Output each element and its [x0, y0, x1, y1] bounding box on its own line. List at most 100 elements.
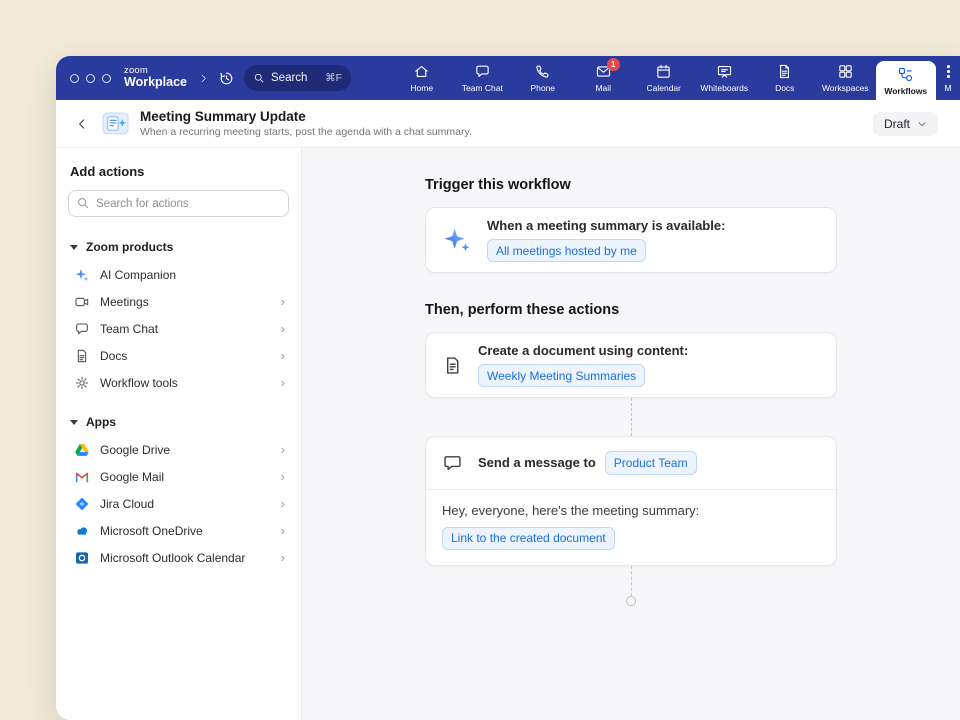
docs-icon — [74, 348, 90, 364]
chevron-right-icon: › — [281, 524, 285, 537]
workflow-thumbnail-icon — [102, 110, 129, 137]
nav-item-phone[interactable]: Phone — [513, 56, 574, 100]
action-card-create-document[interactable]: Create a document using content: Weekly … — [425, 332, 837, 398]
message-link-tag[interactable]: Link to the created document — [442, 527, 615, 550]
ai-companion-icon — [74, 267, 90, 283]
message-body-text: Hey, everyone, here's the meeting summar… — [442, 503, 820, 518]
sidebar-item-docs[interactable]: Docs › — [68, 342, 289, 369]
action-card-send-message[interactable]: Send a message to Product Team Hey, ever… — [425, 436, 837, 565]
nav-item-whiteboards[interactable]: Whiteboards — [694, 56, 755, 100]
section-zoom-products[interactable]: Zoom products — [68, 234, 289, 261]
sidebar-item-google-drive[interactable]: Google Drive › — [68, 436, 289, 463]
chevron-right-icon: › — [281, 443, 285, 456]
workflow-header: Meeting Summary Update When a recurring … — [56, 100, 960, 148]
trigger-text: When a meeting summary is available: — [487, 218, 725, 233]
nav-item-team-chat[interactable]: Team Chat — [452, 56, 513, 100]
status-dropdown[interactable]: Draft — [873, 112, 938, 136]
home-icon — [413, 63, 430, 80]
actions-sidebar: Add actions Zoom products AI Companion — [56, 148, 302, 720]
sidebar-item-label: Meetings — [100, 295, 149, 309]
gear-icon — [74, 375, 90, 391]
sidebar-item-label: Docs — [100, 349, 127, 363]
zoom-workplace-logo: zoom Workplace — [124, 66, 187, 90]
page-title: Meeting Summary Update — [140, 109, 472, 124]
trigger-heading: Trigger this workflow — [425, 177, 837, 193]
back-icon[interactable] — [74, 116, 90, 132]
outlook-calendar-icon — [74, 550, 90, 566]
nav-item-workflows[interactable]: Workflows — [876, 61, 937, 100]
sidebar-item-jira-cloud[interactable]: Jira Cloud › — [68, 490, 289, 517]
nav-item-mail[interactable]: 1 Mail — [573, 56, 634, 100]
chevron-right-icon: › — [281, 497, 285, 510]
sidebar-item-label: Microsoft OneDrive — [100, 524, 203, 538]
workflows-icon — [897, 66, 914, 83]
top-nav-bar: zoom Workplace Search ⌘F — [56, 56, 960, 100]
chevron-right-icon: › — [281, 295, 285, 308]
sidebar-item-team-chat[interactable]: Team Chat › — [68, 315, 289, 342]
window-control-dot[interactable] — [70, 74, 79, 83]
page-subtitle: When a recurring meeting starts, post th… — [140, 126, 472, 138]
nav-item-more[interactable]: M — [936, 56, 960, 100]
logo-line2: Workplace — [124, 76, 187, 90]
workflow-flow: Trigger this workflow When a meeting sum… — [425, 148, 837, 606]
nav-item-calendar[interactable]: Calendar — [634, 56, 695, 100]
nav-item-label: Mail — [595, 83, 611, 93]
sidebar-item-meetings[interactable]: Meetings › — [68, 288, 289, 315]
chevron-right-icon: › — [281, 470, 285, 483]
chevron-right-icon: › — [281, 349, 285, 362]
sidebar-item-google-mail[interactable]: Google Mail › — [68, 463, 289, 490]
nav-items: Home Team Chat Phone 1 Mail — [392, 56, 960, 100]
section-apps[interactable]: Apps — [68, 409, 289, 436]
sidebar-item-label: Microsoft Outlook Calendar — [100, 551, 245, 565]
collapse-triangle-icon — [70, 245, 78, 250]
meetings-icon — [74, 294, 90, 310]
nav-item-docs[interactable]: Docs — [755, 56, 816, 100]
window-controls — [70, 74, 111, 83]
whiteboards-icon — [716, 63, 733, 80]
onedrive-icon — [74, 523, 90, 539]
sidebar-item-label: Jira Cloud — [100, 497, 154, 511]
window-control-dot[interactable] — [86, 74, 95, 83]
sidebar-item-microsoft-outlook-calendar[interactable]: Microsoft Outlook Calendar › — [68, 544, 289, 571]
nav-item-label: Phone — [530, 83, 555, 93]
nav-item-label: Workflows — [884, 86, 927, 96]
sidebar-item-ai-companion[interactable]: AI Companion — [68, 261, 289, 288]
end-node-circle — [626, 596, 636, 606]
app-body: Add actions Zoom products AI Companion — [56, 148, 960, 720]
chevron-right-icon: › — [281, 551, 285, 564]
search-shortcut: ⌘F — [325, 72, 342, 84]
global-search[interactable]: Search ⌘F — [244, 65, 351, 91]
panel-expand-chevron-icon[interactable] — [198, 73, 209, 84]
nav-item-label: Home — [410, 83, 433, 93]
actions-search-input[interactable] — [68, 190, 289, 217]
workflow-canvas: Trigger this workflow When a meeting sum… — [302, 148, 960, 720]
docs-icon — [776, 63, 793, 80]
trigger-scope-tag[interactable]: All meetings hosted by me — [487, 239, 646, 262]
nav-item-home[interactable]: Home — [392, 56, 453, 100]
action-text: Create a document using content: — [478, 343, 688, 358]
connector-line — [631, 398, 632, 436]
sidebar-item-label: Workflow tools — [100, 376, 178, 390]
sidebar-title: Add actions — [70, 164, 289, 179]
google-drive-icon — [74, 442, 90, 458]
trigger-card[interactable]: When a meeting summary is available: All… — [425, 207, 837, 273]
document-content-tag[interactable]: Weekly Meeting Summaries — [478, 364, 645, 387]
section-label: Apps — [86, 415, 116, 429]
document-icon — [442, 355, 463, 376]
window-control-dot[interactable] — [102, 74, 111, 83]
workspaces-icon — [837, 63, 854, 80]
section-label: Zoom products — [86, 240, 173, 254]
message-recipient-tag[interactable]: Product Team — [605, 451, 697, 474]
collapse-triangle-icon — [70, 420, 78, 425]
phone-icon — [534, 63, 551, 80]
sidebar-item-workflow-tools[interactable]: Workflow tools › — [68, 369, 289, 396]
nav-item-label: M — [944, 83, 951, 93]
nav-item-label: Docs — [775, 83, 794, 93]
nav-item-workspaces[interactable]: Workspaces — [815, 56, 876, 100]
sidebar-item-label: AI Companion — [100, 268, 176, 282]
workflow-titles: Meeting Summary Update When a recurring … — [140, 109, 472, 139]
chevron-down-icon — [917, 119, 927, 129]
history-icon[interactable] — [218, 70, 235, 87]
status-badge: Draft — [884, 117, 910, 131]
sidebar-item-microsoft-onedrive[interactable]: Microsoft OneDrive › — [68, 517, 289, 544]
